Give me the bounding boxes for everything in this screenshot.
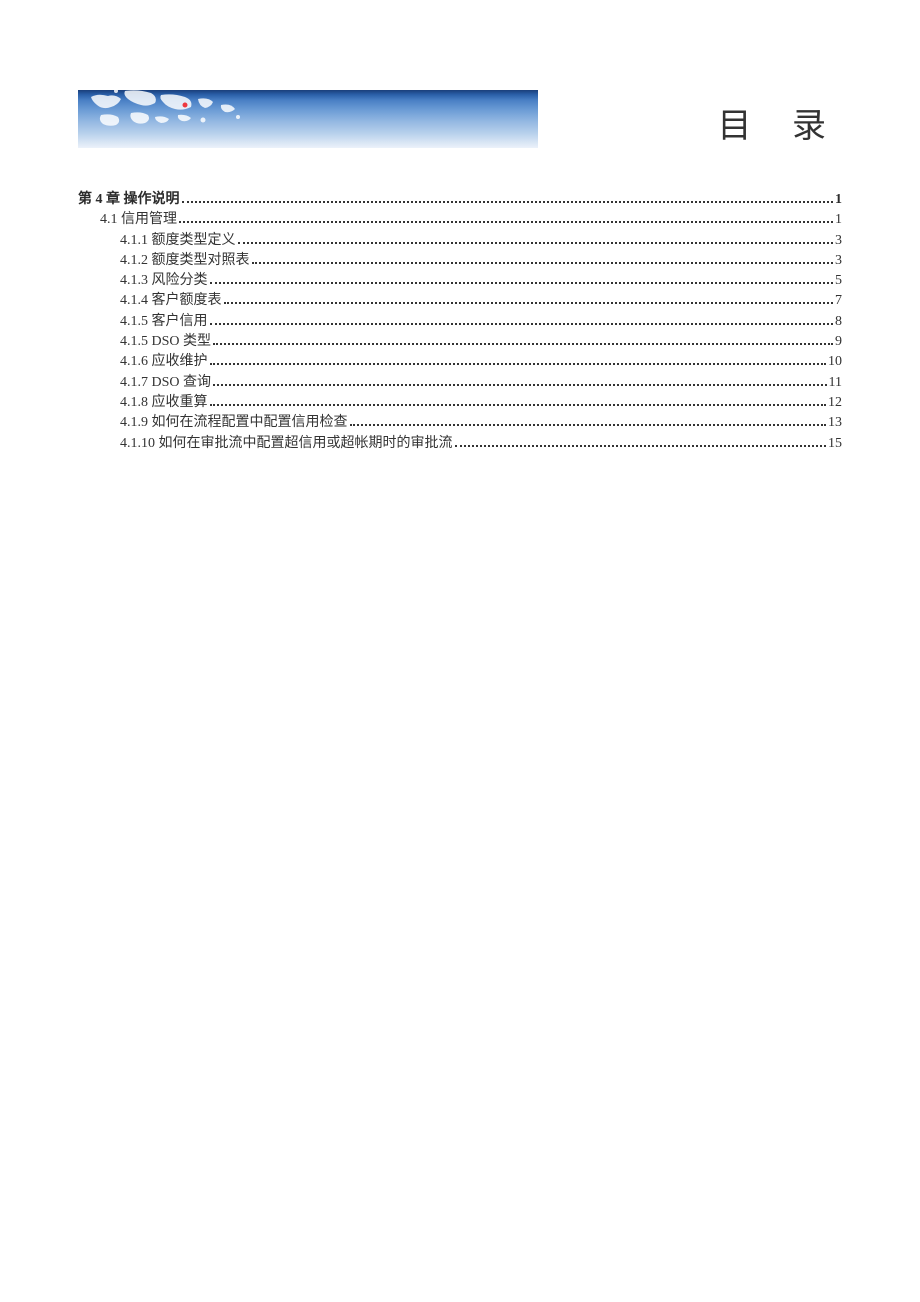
toc-entry[interactable]: 4.1.6 应收维护 10: [120, 352, 842, 372]
toc-entry-label: 4.1.1 额度类型定义: [120, 231, 236, 251]
toc-entry-page: 5: [835, 271, 842, 291]
toc-leader-dots: [213, 343, 833, 345]
toc-entry-label: 4.1.10 如何在审批流中配置超信用或超帐期时的审批流: [120, 434, 453, 454]
toc-entry-page: 10: [828, 352, 842, 372]
page-title: 目 录: [718, 98, 843, 147]
toc-entry-page: 13: [828, 413, 842, 433]
toc-entry[interactable]: 4.1.1 额度类型定义 3: [120, 231, 842, 251]
toc-entry-page: 1: [835, 210, 842, 230]
toc-leader-dots: [213, 384, 827, 386]
toc-entry[interactable]: 4.1.8 应收重算 12: [120, 393, 842, 413]
toc-entry-page: 12: [828, 393, 842, 413]
toc-entry-page: 15: [828, 434, 842, 454]
header: 目 录: [78, 90, 842, 150]
toc-entry[interactable]: 4.1.5 DSO 类型 9: [120, 332, 842, 352]
toc-entry-page: 7: [835, 291, 842, 311]
toc-entry[interactable]: 4.1 信用管理 1: [100, 210, 842, 230]
toc-entry[interactable]: 4.1.7 DSO 查询 11: [120, 373, 842, 393]
toc-entry-label: 第 4 章 操作说明: [78, 190, 180, 210]
toc-entry-page: 1: [835, 190, 842, 210]
toc-entry-page: 11: [829, 373, 842, 393]
toc-entry[interactable]: 4.1.10 如何在审批流中配置超信用或超帐期时的审批流 15: [120, 434, 842, 454]
toc-entry-label: 4.1.9 如何在流程配置中配置信用检查: [120, 413, 348, 433]
world-map-icon: [83, 90, 263, 140]
page-content: 目 录 第 4 章 操作说明14.1 信用管理14.1.1 额度类型定义34.1…: [0, 0, 920, 454]
toc-entry-page: 3: [835, 251, 842, 271]
toc-entry[interactable]: 4.1.2 额度类型对照表 3: [120, 251, 842, 271]
toc-leader-dots: [179, 221, 833, 223]
toc-entry[interactable]: 4.1.4 客户额度表 7: [120, 291, 842, 311]
toc-leader-dots: [238, 242, 834, 244]
toc-entry-label: 4.1.7 DSO 查询: [120, 373, 211, 393]
toc-leader-dots: [182, 201, 834, 203]
toc-leader-dots: [210, 323, 834, 325]
toc-entry-label: 4.1 信用管理: [100, 210, 177, 230]
toc-entry-label: 4.1.5 客户信用: [120, 312, 208, 332]
toc-entry-label: 4.1.4 客户额度表: [120, 291, 222, 311]
toc-entry-page: 9: [835, 332, 842, 352]
toc-leader-dots: [210, 282, 834, 284]
table-of-contents: 第 4 章 操作说明14.1 信用管理14.1.1 额度类型定义34.1.2 额…: [78, 190, 842, 454]
toc-entry-label: 4.1.6 应收维护: [120, 352, 208, 372]
toc-entry-label: 4.1.5 DSO 类型: [120, 332, 211, 352]
toc-entry-page: 3: [835, 231, 842, 251]
toc-entry[interactable]: 4.1.5 客户信用 8: [120, 312, 842, 332]
toc-entry-label: 4.1.2 额度类型对照表: [120, 251, 250, 271]
toc-entry[interactable]: 第 4 章 操作说明 1: [78, 190, 842, 210]
toc-leader-dots: [210, 404, 827, 406]
toc-entry[interactable]: 4.1.9 如何在流程配置中配置信用检查 13: [120, 413, 842, 433]
toc-entry-page: 8: [835, 312, 842, 332]
toc-entry-label: 4.1.8 应收重算: [120, 393, 208, 413]
toc-leader-dots: [252, 262, 834, 264]
toc-leader-dots: [350, 424, 827, 426]
toc-leader-dots: [210, 363, 827, 365]
toc-entry-label: 4.1.3 风险分类: [120, 271, 208, 291]
toc-leader-dots: [455, 445, 827, 447]
toc-entry[interactable]: 4.1.3 风险分类 5: [120, 271, 842, 291]
toc-leader-dots: [224, 302, 834, 304]
header-banner: [78, 90, 538, 148]
